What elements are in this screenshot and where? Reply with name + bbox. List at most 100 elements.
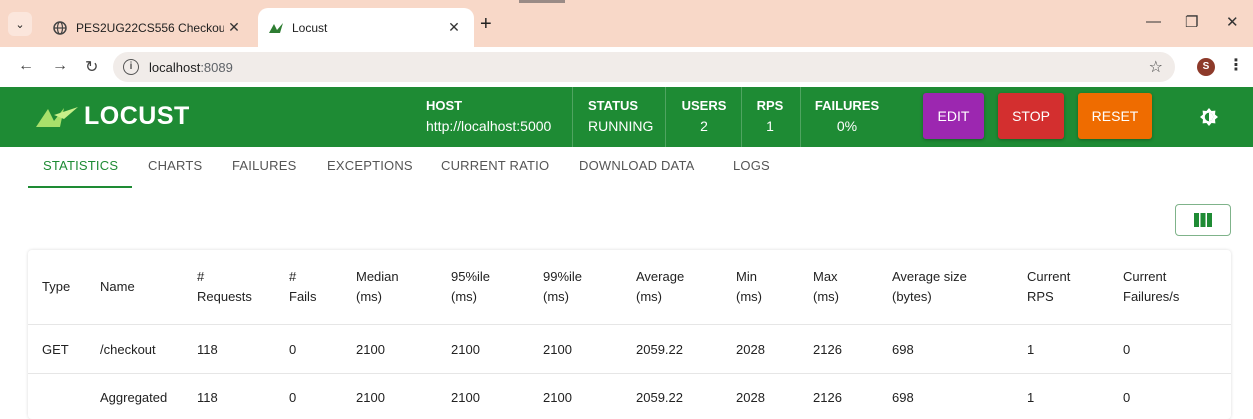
address-bar[interactable]: i localhost:8089 ☆	[113, 52, 1175, 82]
cell-max: 2126	[813, 342, 842, 357]
cell-95ile: 2100	[451, 342, 480, 357]
close-icon[interactable]: ✕	[224, 19, 244, 36]
status-value: RUNNING	[588, 118, 654, 134]
browser-tab-locust[interactable]: Locust ✕	[258, 8, 474, 47]
rps-label: RPS	[756, 98, 784, 113]
window-close-icon[interactable]: ✕	[1226, 13, 1239, 31]
failures-label: FAILURES	[814, 98, 880, 113]
header-fails: # Fails	[289, 269, 317, 304]
header-min: Min (ms)	[736, 269, 762, 304]
tab-logs[interactable]: LOGS	[733, 158, 770, 173]
stop-button[interactable]: STOP	[998, 93, 1064, 139]
header-current-rps: Current RPS	[1027, 269, 1071, 304]
site-info-icon[interactable]: i	[123, 59, 139, 75]
chevron-down-icon: ⌄	[15, 18, 25, 31]
header-average-size: Average size (bytes)	[892, 269, 967, 304]
locust-header: LOCUST HOST http://localhost:5000 STATUS…	[0, 87, 1253, 147]
new-tab-icon[interactable]: +	[480, 13, 492, 36]
browser-tab-strip: ⌄ PES2UG22CS556 Checkout ✕ Locust ✕ + — …	[0, 0, 1253, 47]
reset-button[interactable]: RESET	[1078, 93, 1152, 139]
header-max: Max (ms)	[813, 269, 839, 304]
cell-type: GET	[42, 342, 69, 357]
host-value: http://localhost:5000	[426, 118, 552, 134]
status-label: STATUS	[588, 98, 639, 113]
tab-exceptions[interactable]: EXCEPTIONS	[327, 158, 413, 173]
header-current-failures: Current Failures/s	[1123, 269, 1180, 304]
profile-avatar[interactable]: S	[1197, 58, 1215, 76]
tab-charts[interactable]: CHARTS	[148, 158, 202, 173]
cell-current-failures: 0	[1123, 390, 1131, 405]
cell-name: /checkout	[100, 342, 156, 357]
header-requests: # Requests	[197, 269, 252, 304]
divider	[665, 87, 666, 147]
failures-value: 0%	[836, 118, 858, 134]
tab-download-data[interactable]: DOWNLOAD DATA	[579, 158, 695, 173]
failures-stat: FAILURES 0%	[814, 96, 880, 136]
cell-requests: 118	[197, 390, 218, 405]
minimize-icon[interactable]: —	[1146, 13, 1161, 30]
cell-current-failures: 0	[1123, 342, 1131, 357]
cell-99ile: 2100	[543, 342, 572, 357]
logo-text: LOCUST	[84, 102, 190, 130]
host-label: HOST	[426, 98, 463, 113]
bookmark-star-icon[interactable]: ☆	[1149, 57, 1163, 77]
status-stat: STATUS RUNNING	[588, 96, 653, 136]
cell-average: 2059.22	[636, 342, 683, 357]
more-menu-icon[interactable]: ⋮	[1228, 55, 1244, 75]
host-stat: HOST http://localhost:5000	[426, 96, 551, 136]
reload-icon[interactable]: ↻	[85, 57, 98, 77]
users-label: USERS	[681, 98, 727, 113]
cell-fails: 0	[289, 342, 297, 357]
cell-median: 2100	[356, 342, 385, 357]
divider	[572, 87, 573, 147]
header-99ile: 99%ile (ms)	[543, 269, 583, 304]
close-icon[interactable]: ✕	[444, 19, 464, 36]
back-icon[interactable]: ←	[18, 57, 34, 75]
tab-current-ratio[interactable]: CURRENT RATIO	[441, 158, 549, 173]
tab-statistics[interactable]: STATISTICS	[43, 158, 118, 173]
divider	[741, 87, 742, 147]
rps-stat: RPS 1	[754, 96, 786, 136]
forward-icon[interactable]: →	[52, 57, 68, 75]
locust-logo[interactable]: LOCUST	[34, 102, 190, 131]
header-type: Type	[42, 279, 71, 294]
cell-requests: 118	[197, 342, 218, 357]
tab-title: Locust	[292, 20, 328, 35]
column-selector-button[interactable]	[1175, 204, 1231, 236]
cell-average-size: 698	[892, 342, 914, 357]
cell-99ile: 2100	[543, 390, 572, 405]
restore-icon[interactable]: ❐	[1185, 13, 1198, 31]
header-name: Name	[100, 279, 135, 294]
rps-value: 1	[766, 118, 774, 134]
tab-strip-indicator	[519, 0, 565, 3]
globe-icon	[52, 20, 68, 36]
cell-fails: 0	[289, 390, 297, 405]
tab-search-button[interactable]: ⌄	[8, 12, 32, 36]
header-average: Average (ms)	[636, 269, 685, 304]
cell-min: 2028	[736, 390, 765, 405]
cell-name: Aggregated	[100, 390, 168, 405]
tab-failures[interactable]: FAILURES	[232, 158, 296, 173]
users-stat: USERS 2	[681, 96, 727, 136]
cell-current-rps: 1	[1027, 342, 1035, 357]
locust-icon	[268, 20, 284, 36]
cell-average: 2059.22	[636, 390, 683, 405]
theme-toggle-icon[interactable]	[1199, 107, 1219, 132]
cell-max: 2126	[813, 390, 842, 405]
active-tab-indicator	[28, 186, 132, 188]
columns-icon	[1194, 213, 1212, 227]
browser-toolbar: ← → ↻ i localhost:8089 ☆ S ⋮	[0, 47, 1253, 87]
browser-tab-checkout[interactable]: PES2UG22CS556 Checkout ✕	[42, 8, 254, 47]
row-divider	[28, 324, 1231, 325]
cell-min: 2028	[736, 342, 765, 357]
divider	[800, 87, 801, 147]
cell-95ile: 2100	[451, 390, 480, 405]
url-text[interactable]: localhost:8089	[149, 60, 233, 75]
users-value: 2	[700, 118, 708, 134]
cell-average-size: 698	[892, 390, 914, 405]
locust-logo-icon	[36, 106, 78, 127]
tab-title: PES2UG22CS556 Checkout	[76, 20, 224, 35]
edit-button[interactable]: EDIT	[923, 93, 984, 139]
row-divider	[28, 373, 1231, 374]
header-median: Median (ms)	[356, 269, 399, 304]
